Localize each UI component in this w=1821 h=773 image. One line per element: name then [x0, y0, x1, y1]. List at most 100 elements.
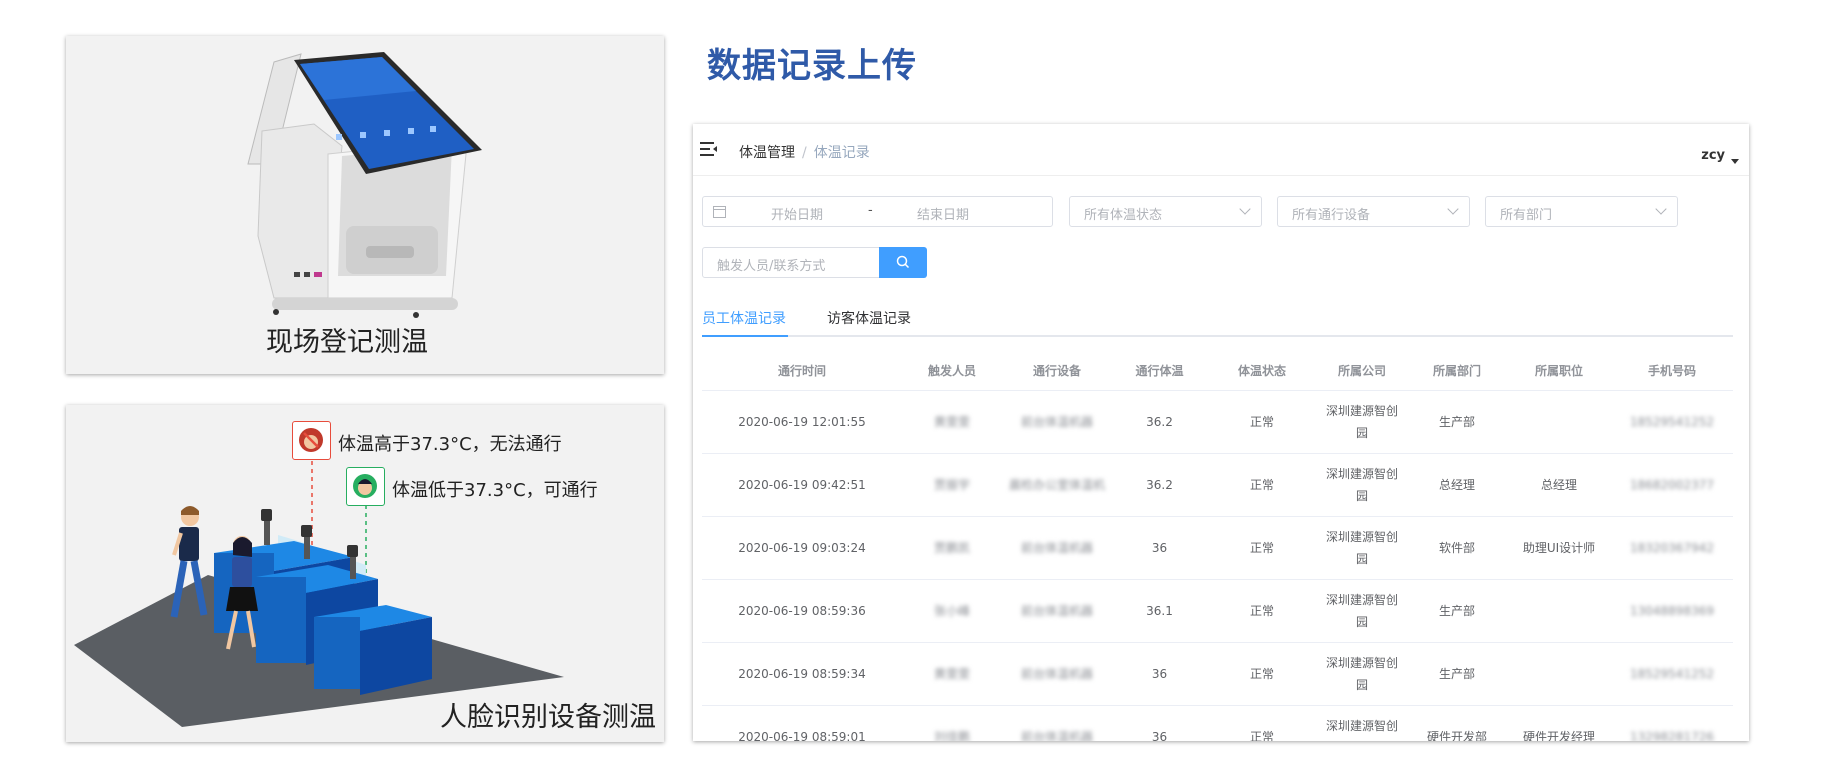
table-row[interactable]: 2020-06-19 12:01:55 黄雯雯 前台体温机器 36.2 正常 深… — [702, 391, 1733, 454]
column-header[interactable]: 所属部门 — [1407, 351, 1507, 390]
person-cell: 刘佳鹏 — [933, 730, 970, 741]
breadcrumb-item-temperature-management[interactable]: 体温管理 — [739, 145, 795, 161]
table-row[interactable]: 2020-06-19 08:59:01 刘佳鹏 前台体温机器 36 正常 深圳建… — [702, 706, 1733, 741]
position-cell — [1507, 580, 1611, 642]
department-cell: 生产部 — [1438, 667, 1475, 681]
end-date-input[interactable]: 结束日期 — [917, 204, 969, 223]
search-input[interactable]: 触发人员/联系方式 — [702, 247, 880, 278]
column-header[interactable]: 通行体温 — [1112, 351, 1207, 390]
page: 现场登记测温 体温高于37.3°C，无法通行 体温低于37.3°C，可通行 人脸… — [0, 0, 1821, 773]
department-cell: 总经理 — [1438, 478, 1475, 492]
department-select[interactable]: 所有部门 — [1485, 196, 1678, 227]
start-date-input[interactable]: 开始日期 — [771, 204, 823, 223]
company-cell: 深圳建源智创园 — [1325, 467, 1398, 503]
department-placeholder: 所有部门 — [1500, 208, 1553, 223]
temperature-records-window: 体温管理 / 体温记录 zcy 开始日期 - 结束日期 所有体温状态 所有通行设备 … — [693, 124, 1749, 741]
temperature-cell: 36.2 — [1146, 415, 1173, 429]
person-cell: 张小峰 — [933, 604, 970, 618]
device-cell: 前台体温机器 — [1020, 604, 1093, 618]
person-cell: 黄雯雯 — [933, 415, 970, 429]
person-cell: 贾鹏凯 — [933, 541, 970, 555]
temperature-cell: 36.2 — [1146, 478, 1173, 492]
face-recognition-caption: 人脸识别设备测温 — [440, 702, 656, 733]
phone-cell: 18682002377 — [1630, 478, 1714, 492]
table-row[interactable]: 2020-06-19 08:59:34 黄雯雯 前台体温机器 36 正常 深圳建… — [702, 643, 1733, 706]
position-cell: 助理UI设计师 — [1522, 541, 1596, 555]
pass-time-cell: 2020-06-19 09:03:24 — [738, 541, 866, 555]
temperature-cell: 36 — [1151, 667, 1168, 681]
breadcrumb-item-temperature-records: 体温记录 — [813, 145, 870, 161]
search-placeholder: 触发人员/联系方式 — [717, 259, 826, 274]
phone-cell: 13048898369 — [1630, 604, 1714, 618]
position-cell: 硬件开发经理 — [1522, 730, 1595, 741]
column-header[interactable]: 所属公司 — [1317, 351, 1407, 390]
chevron-down-icon — [1447, 203, 1459, 215]
column-header[interactable]: 手机号码 — [1611, 351, 1733, 390]
chevron-down-icon — [1655, 203, 1667, 215]
column-header[interactable]: 触发人员 — [902, 351, 1002, 390]
device-cell: 前台体温机器 — [1020, 415, 1093, 429]
person-cell: 贾振宇 — [933, 478, 970, 492]
section-title: 数据记录上传 — [707, 46, 917, 86]
temperature-status-placeholder: 所有体温状态 — [1084, 208, 1163, 223]
status-cell: 正常 — [1249, 604, 1274, 618]
pass-time-cell: 2020-06-19 09:42:51 — [738, 478, 866, 492]
search-icon — [896, 255, 910, 269]
user-dropdown-caret-icon[interactable] — [1731, 159, 1739, 164]
pass-time-cell: 2020-06-19 08:59:36 — [738, 604, 866, 618]
phone-cell: 18529541252 — [1630, 667, 1714, 681]
department-cell: 硬件开发部 — [1426, 730, 1487, 741]
company-cell: 深圳建源智创园 — [1325, 530, 1398, 566]
device-placeholder: 所有通行设备 — [1292, 208, 1371, 223]
phone-cell: 18529541252 — [1630, 415, 1714, 429]
person-cell: 黄雯雯 — [933, 667, 970, 681]
tab-visitor-records[interactable]: 访客体温记录 — [827, 308, 911, 328]
phone-cell: 13298281726 — [1630, 730, 1714, 741]
device-cell: 晨检办公室体温机 — [1008, 478, 1105, 492]
calendar-icon — [713, 206, 726, 218]
phone-cell: 18320367942 — [1630, 541, 1714, 555]
position-cell — [1507, 391, 1611, 453]
device-select[interactable]: 所有通行设备 — [1277, 196, 1470, 227]
company-cell: 深圳建源智创园 — [1325, 404, 1398, 440]
device-cell: 前台体温机器 — [1020, 730, 1093, 741]
table-row[interactable]: 2020-06-19 09:42:51 贾振宇 晨检办公室体温机 36.2 正常… — [702, 454, 1733, 517]
breadcrumb-separator: / — [802, 145, 807, 161]
temperature-cell: 36 — [1151, 541, 1168, 555]
table-row[interactable]: 2020-06-19 09:03:24 贾鹏凯 前台体温机器 36 正常 深圳建… — [702, 517, 1733, 580]
high-temp-alert-icon — [292, 421, 331, 460]
breadcrumb: 体温管理 / 体温记录 — [739, 142, 870, 162]
low-temp-pass-text: 体温低于37.3°C，可通行 — [392, 480, 598, 501]
status-cell: 正常 — [1249, 541, 1274, 555]
pass-time-cell: 2020-06-19 08:59:34 — [738, 667, 866, 681]
status-cell: 正常 — [1249, 730, 1274, 741]
status-cell: 正常 — [1249, 415, 1274, 429]
low-temp-pass-icon — [346, 467, 385, 506]
column-header[interactable]: 体温状态 — [1207, 351, 1317, 390]
tab-employee-records[interactable]: 员工体温记录 — [702, 308, 786, 328]
temperature-status-select[interactable]: 所有体温状态 — [1069, 196, 1262, 227]
table-header-row: 通行时间 触发人员 通行设备 通行体温 体温状态 所属公司 所属部门 所属职位 … — [702, 351, 1733, 391]
status-cell: 正常 — [1249, 667, 1274, 681]
table-row[interactable]: 2020-06-19 08:59:36 张小峰 前台体温机器 36.1 正常 深… — [702, 580, 1733, 643]
position-cell — [1507, 643, 1611, 705]
device-cell: 前台体温机器 — [1020, 541, 1093, 555]
user-name[interactable]: zcy — [1701, 148, 1725, 163]
onsite-registration-panel: 现场登记测温 — [66, 36, 664, 374]
menu-fold-icon[interactable] — [700, 141, 718, 157]
department-cell: 生产部 — [1438, 604, 1475, 618]
column-header[interactable]: 所属职位 — [1507, 351, 1611, 390]
onsite-registration-caption: 现场登记测温 — [266, 327, 428, 358]
column-header[interactable]: 通行时间 — [702, 351, 902, 390]
company-cell: 深圳建源智创园 — [1325, 719, 1398, 733]
department-cell: 软件部 — [1438, 541, 1475, 555]
search-button[interactable] — [879, 247, 927, 278]
pass-time-cell: 2020-06-19 08:59:01 — [738, 730, 866, 741]
date-range-picker[interactable]: 开始日期 - 结束日期 — [702, 196, 1053, 227]
column-header[interactable]: 通行设备 — [1002, 351, 1112, 390]
company-cell: 深圳建源智创园 — [1325, 656, 1398, 692]
temperature-records-table: 通行时间 触发人员 通行设备 通行体温 体温状态 所属公司 所属部门 所属职位 … — [702, 351, 1733, 741]
face-recognition-panel: 体温高于37.3°C，无法通行 体温低于37.3°C，可通行 人脸识别设备测温 — [66, 405, 664, 742]
date-range-separator: - — [868, 203, 873, 218]
chevron-down-icon — [1239, 203, 1251, 215]
